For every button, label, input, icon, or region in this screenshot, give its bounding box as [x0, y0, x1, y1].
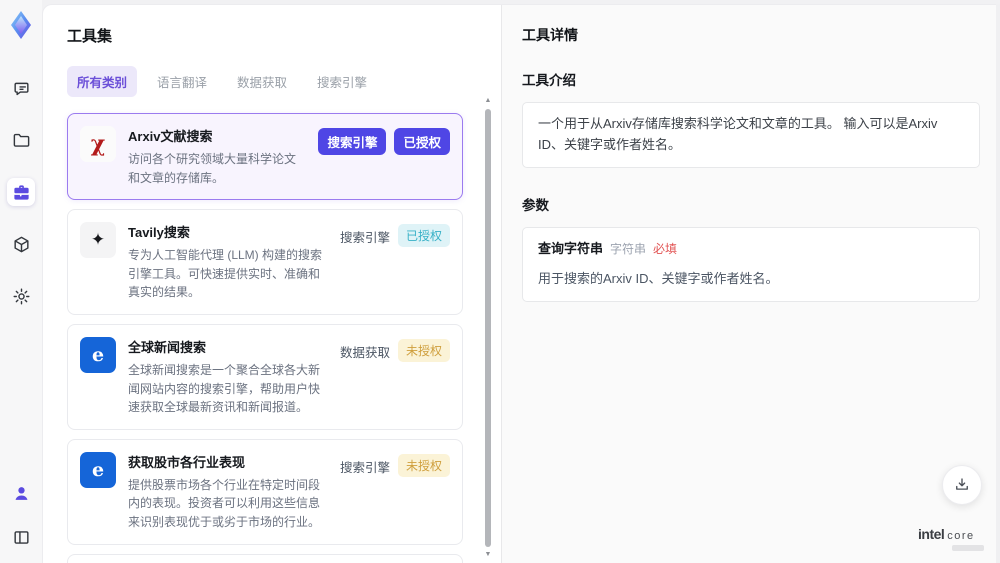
sidebar [0, 0, 42, 563]
category-tab[interactable]: 语言翻译 [147, 66, 217, 97]
tool-name: 获取股市各行业表现 [128, 454, 246, 470]
window-scrollbar[interactable] [996, 4, 1000, 563]
category-tab[interactable]: 数据获取 [227, 66, 297, 97]
tool-icon: χ [80, 126, 116, 162]
tool-name: Arxiv文献搜索 [128, 129, 213, 144]
tool-description: 全球新闻搜索是一个聚合全球各大新闻网站内容的搜索引擎，帮助用户快速获取全球最新资… [128, 362, 321, 415]
intro-heading: 工具介绍 [522, 73, 576, 88]
tool-icon: e [80, 451, 116, 488]
tool-category-badge: 搜索引擎 [339, 231, 390, 246]
tool-info: 获取股市各行业表现 提供股票市场各个行业在特定时间段内的表现。投资者可以利用这些… [128, 452, 328, 532]
intel-sub-mark [952, 545, 984, 551]
tool-detail-panel: 工具详情 工具介绍 一个用于从Arxiv存储库搜索科学论文和文章的工具。 输入可… [501, 5, 1000, 563]
tool-card[interactable]: e 获取市场最活跃股票信息 提供当天交易量最高的股票列表。投资者可以利用这些信息… [67, 553, 463, 563]
intel-brand-text: intel [918, 526, 945, 542]
tool-description: 访问各个研究领域大量科学论文和文章的存储库。 [128, 152, 297, 185]
tool-card[interactable]: e 获取股市各行业表现 提供股票市场各个行业在特定时间段内的表现。投资者可以利用… [67, 438, 463, 545]
briefcase-icon[interactable] [7, 178, 35, 206]
tool-info: Tavily搜索 专为人工智能代理 (LLM) 构建的搜索引擎工具。可快速提供实… [128, 222, 328, 302]
intel-core-logo: intel core [918, 527, 984, 551]
user-avatar-icon[interactable] [7, 479, 35, 507]
gear-icon[interactable] [7, 282, 35, 310]
category-tab[interactable]: 所有类别 [67, 66, 138, 97]
tool-status-badge: 已授权 [397, 224, 450, 248]
tools-panel: 工具集 所有类别 语言翻译 数据获取 搜索引擎 χ Arxiv文献搜索 访问各个研究领… [43, 5, 501, 563]
tool-list: χ Arxiv文献搜索 访问各个研究领域大量科学论文和文章的存储库。 搜索引擎 … [67, 113, 477, 563]
folder-icon[interactable] [7, 126, 35, 154]
panel-toggle-icon[interactable] [7, 523, 35, 551]
scrollbar-thumb[interactable] [485, 109, 491, 547]
tool-category-badge: 搜索引擎 [318, 128, 387, 155]
category-tabs: 所有类别 语言翻译 数据获取 搜索引擎 [67, 66, 477, 97]
sidebar-nav [7, 74, 35, 310]
params-heading: 参数 [522, 197, 549, 213]
param-box: 查询字符串 字符串 必填 用于搜索的Arxiv ID、关键字或作者姓名。 [522, 226, 980, 303]
sidebar-bottom [7, 479, 35, 551]
tool-status-badge: 已授权 [394, 128, 450, 155]
tool-badges: 数据获取 未授权 [340, 337, 450, 364]
tool-status-badge: 未授权 [397, 338, 450, 362]
param-type: 字符串 [610, 241, 647, 256]
tool-card[interactable]: e 全球新闻搜索 全球新闻搜索是一个聚合全球各大新闻网站内容的搜索引擎，帮助用户… [67, 323, 463, 430]
tool-icon: e [80, 336, 116, 373]
intro-box: 一个用于从Arxiv存储库搜索科学论文和文章的工具。 输入可以是Arxiv ID… [522, 102, 980, 168]
tool-name: Tavily搜索 [128, 225, 190, 241]
download-icon [956, 478, 968, 490]
tool-info: 全球新闻搜索 全球新闻搜索是一个聚合全球各大新闻网站内容的搜索引擎，帮助用户快速… [128, 337, 328, 417]
scroll-down-icon[interactable]: ▼ [484, 551, 492, 559]
tool-category-badge: 搜索引擎 [339, 460, 390, 475]
core-brand-text: core [947, 530, 975, 542]
tool-description: 提供股票市场各个行业在特定时间段内的表现。投资者可以利用这些信息来识别表现优于或… [128, 477, 321, 529]
tool-badges: 搜索引擎 已授权 [340, 222, 450, 249]
download-button[interactable] [942, 465, 982, 505]
tool-info: Arxiv文献搜索 访问各个研究领域大量科学论文和文章的存储库。 [128, 126, 306, 187]
detail-title: 工具详情 [522, 27, 578, 43]
cube-icon[interactable] [7, 230, 35, 258]
category-tab[interactable]: 搜索引擎 [307, 66, 377, 97]
tool-status-badge: 未授权 [397, 453, 450, 477]
scroll-up-icon[interactable]: ▲ [484, 97, 492, 105]
tool-card[interactable]: ✦ Tavily搜索 专为人工智能代理 (LLM) 构建的搜索引擎工具。可快速提… [67, 209, 463, 315]
tool-icon: ✦ [80, 222, 116, 259]
list-scrollbar[interactable]: ▲ ▼ [484, 97, 492, 559]
param-name: 查询字符串 [538, 240, 604, 256]
app-logo-icon [6, 10, 36, 40]
tool-category-badge: 数据获取 [339, 345, 390, 360]
tool-badges: 搜索引擎 已授权 [318, 126, 450, 155]
param-header: 查询字符串 字符串 必填 [538, 239, 964, 260]
param-description: 用于搜索的Arxiv ID、关键字或作者姓名。 [538, 271, 779, 287]
param-required-flag: 必填 [653, 241, 678, 256]
tool-card[interactable]: χ Arxiv文献搜索 访问各个研究领域大量科学论文和文章的存储库。 搜索引擎 … [67, 113, 463, 201]
page-title: 工具集 [67, 28, 113, 45]
chat-icon[interactable] [7, 74, 35, 102]
tool-badges: 搜索引擎 未授权 [340, 452, 450, 479]
tool-name: 全球新闻搜索 [128, 339, 207, 355]
tool-description: 专为人工智能代理 (LLM) 构建的搜索引擎工具。可快速提供实时、准确和真实的结… [128, 248, 323, 300]
main-content: 工具集 所有类别 语言翻译 数据获取 搜索引擎 χ Arxiv文献搜索 访问各个研究领… [42, 4, 1000, 563]
app-window: 工具集 所有类别 语言翻译 数据获取 搜索引擎 χ Arxiv文献搜索 访问各个研究领… [0, 0, 1000, 563]
